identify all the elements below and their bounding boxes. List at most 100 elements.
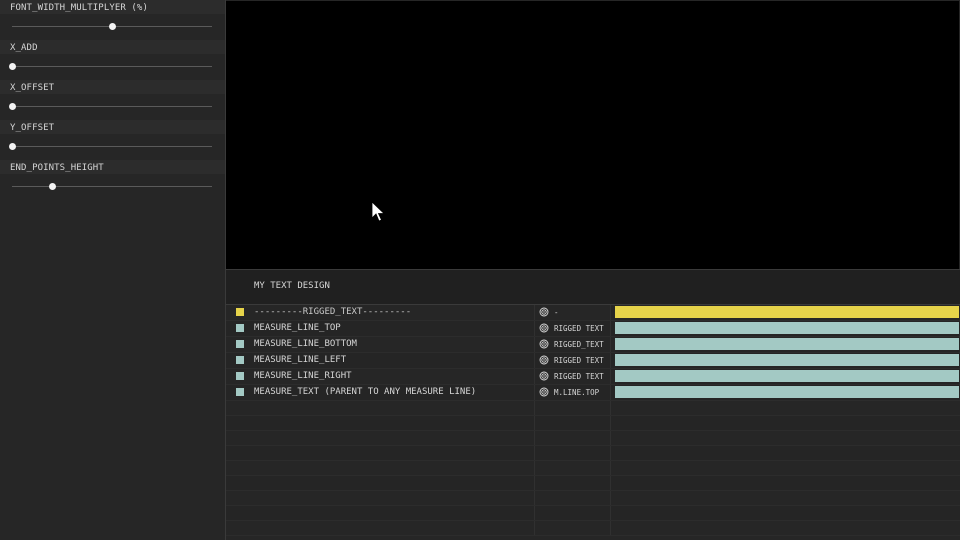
layer-name[interactable]: MEASURE_LINE_LEFT (254, 355, 346, 365)
slider-track[interactable] (12, 106, 212, 107)
column-divider (610, 337, 611, 352)
layer-duration-bar[interactable] (615, 322, 959, 334)
param-label: END_POINTS_HEIGHT (0, 160, 225, 174)
column-divider (610, 506, 611, 520)
column-divider (534, 369, 535, 384)
label-color-swatch[interactable] (236, 324, 244, 332)
column-divider (610, 446, 611, 460)
slider-track[interactable] (12, 146, 212, 147)
spiral-icon[interactable] (539, 371, 549, 381)
param-label: X_ADD (0, 40, 225, 54)
empty-row (226, 506, 960, 521)
column-divider (534, 401, 535, 415)
empty-row (226, 431, 960, 446)
column-divider (534, 305, 535, 320)
layer-row[interactable]: MEASURE_LINE_BOTTOM RIGGED_TEXT (226, 337, 960, 353)
composition-title: MY TEXT DESIGN (254, 281, 330, 291)
label-color-swatch[interactable] (236, 308, 244, 316)
layer-list: ---------RIGGED_TEXT--------- - MEASURE_… (226, 305, 960, 540)
param-label: X_OFFSET (0, 80, 225, 94)
layer-duration-bar[interactable] (615, 306, 959, 318)
layer-name[interactable]: MEASURE_LINE_TOP (254, 323, 341, 333)
slider-track[interactable] (12, 186, 212, 187)
layer-row[interactable]: MEASURE_LINE_TOP RIGGED TEXT (226, 321, 960, 337)
label-color-swatch[interactable] (236, 340, 244, 348)
column-divider (610, 416, 611, 430)
param-label: FONT_WIDTH_MULTIPLYER (%) (0, 0, 225, 14)
layer-name[interactable]: MEASURE_LINE_BOTTOM (254, 339, 357, 349)
param-end-points-height: END_POINTS_HEIGHT (0, 160, 225, 200)
slider[interactable] (0, 134, 225, 160)
column-divider (610, 305, 611, 320)
param-y-offset: Y_OFFSET (0, 120, 225, 160)
parent-dropdown[interactable]: RIGGED_TEXT (554, 340, 604, 349)
mouse-pointer-icon (371, 201, 385, 222)
empty-row (226, 446, 960, 461)
layer-row[interactable]: ---------RIGGED_TEXT--------- - (226, 305, 960, 321)
column-divider (534, 385, 535, 400)
column-divider (534, 431, 535, 445)
slider-handle[interactable] (8, 63, 16, 70)
column-divider (534, 321, 535, 336)
layer-row[interactable]: MEASURE_LINE_LEFT RIGGED TEXT (226, 353, 960, 369)
composition-header: MY TEXT DESIGN (226, 269, 960, 305)
empty-row (226, 461, 960, 476)
empty-row (226, 401, 960, 416)
composition-viewer[interactable] (226, 1, 959, 269)
column-divider (610, 491, 611, 505)
parent-dropdown[interactable]: RIGGED TEXT (554, 324, 604, 333)
column-divider (534, 446, 535, 460)
effect-controls-panel: FONT_WIDTH_MULTIPLYER (%) X_ADD X_OFFSET… (0, 0, 225, 540)
column-divider (534, 521, 535, 535)
layer-duration-bar[interactable] (615, 386, 959, 398)
slider-handle[interactable] (8, 103, 16, 110)
label-color-swatch[interactable] (236, 388, 244, 396)
slider-handle[interactable] (48, 183, 56, 190)
column-divider (534, 461, 535, 475)
parent-dropdown[interactable]: - (554, 308, 559, 317)
column-divider (534, 416, 535, 430)
spiral-icon[interactable] (539, 355, 549, 365)
column-divider (610, 353, 611, 368)
param-x-add: X_ADD (0, 40, 225, 80)
layer-row[interactable]: MEASURE_LINE_RIGHT RIGGED TEXT (226, 369, 960, 385)
spiral-icon[interactable] (539, 323, 549, 333)
column-divider (610, 461, 611, 475)
slider[interactable] (0, 14, 225, 40)
empty-row (226, 521, 960, 536)
layer-duration-bar[interactable] (615, 354, 959, 366)
column-divider (534, 353, 535, 368)
label-color-swatch[interactable] (236, 356, 244, 364)
layer-name[interactable]: MEASURE_TEXT (PARENT TO ANY MEASURE LINE… (254, 387, 476, 397)
empty-row (226, 476, 960, 491)
slider-handle[interactable] (8, 143, 16, 150)
slider-track[interactable] (12, 66, 212, 67)
empty-row (226, 491, 960, 506)
parent-dropdown[interactable]: RIGGED TEXT (554, 356, 604, 365)
parent-dropdown[interactable]: M.LINE.TOP (554, 388, 599, 397)
spiral-icon[interactable] (539, 307, 549, 317)
column-divider (610, 476, 611, 490)
spiral-icon[interactable] (539, 339, 549, 349)
column-divider (534, 476, 535, 490)
layer-duration-bar[interactable] (615, 370, 959, 382)
slider[interactable] (0, 174, 225, 200)
layer-name[interactable]: ---------RIGGED_TEXT--------- (254, 307, 411, 317)
column-divider (610, 431, 611, 445)
empty-row (226, 416, 960, 431)
param-font-width-multiplyer: FONT_WIDTH_MULTIPLYER (%) (0, 0, 225, 40)
column-divider (610, 521, 611, 535)
column-divider (534, 506, 535, 520)
label-color-swatch[interactable] (236, 372, 244, 380)
column-divider (534, 491, 535, 505)
layer-row[interactable]: MEASURE_TEXT (PARENT TO ANY MEASURE LINE… (226, 385, 960, 401)
column-divider (610, 385, 611, 400)
column-divider (610, 401, 611, 415)
spiral-icon[interactable] (539, 387, 549, 397)
slider[interactable] (0, 94, 225, 120)
slider[interactable] (0, 54, 225, 80)
layer-duration-bar[interactable] (615, 338, 959, 350)
slider-handle[interactable] (108, 23, 116, 30)
parent-dropdown[interactable]: RIGGED TEXT (554, 372, 604, 381)
layer-name[interactable]: MEASURE_LINE_RIGHT (254, 371, 352, 381)
